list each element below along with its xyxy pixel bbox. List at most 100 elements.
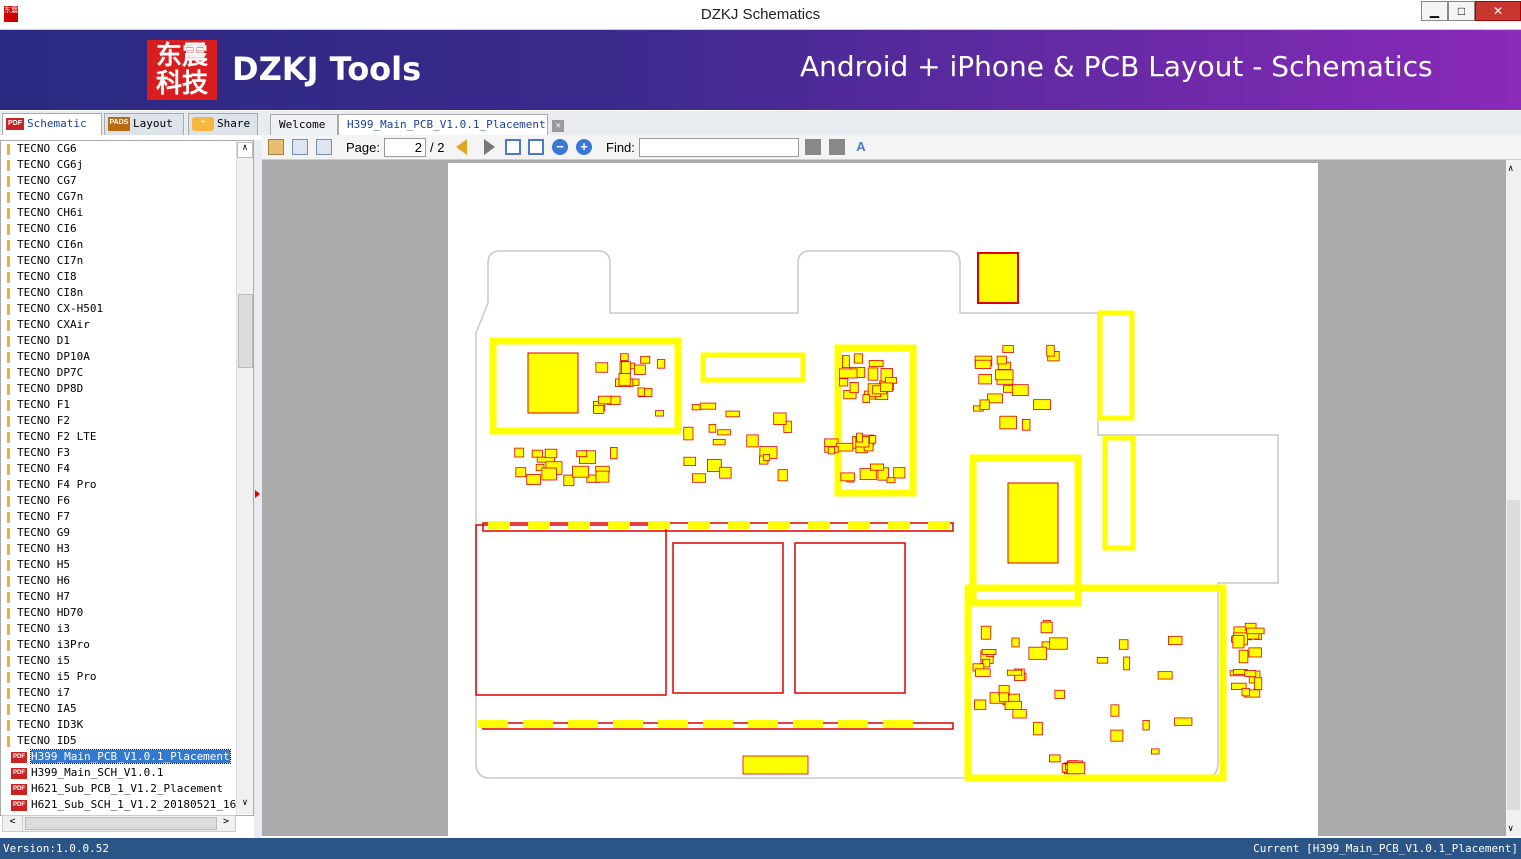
close-button[interactable]: ✕ xyxy=(1475,1,1521,21)
tree-folder[interactable]: TECNO F4 Pro xyxy=(1,477,253,493)
tree-folder[interactable]: TECNO D1 xyxy=(1,333,253,349)
pcb-component xyxy=(762,454,771,462)
folder-label: TECNO F6 xyxy=(17,494,70,507)
tab-document[interactable]: H399_Main_PCB_V1.0.1_Placement ✕ xyxy=(338,114,565,135)
folder-label: TECNO i3Pro xyxy=(17,638,90,651)
fit-width-icon[interactable] xyxy=(505,139,521,155)
minimize-button[interactable]: ▁ xyxy=(1421,1,1448,21)
folder-icon xyxy=(7,367,10,379)
tree-folder[interactable]: TECNO CI6 xyxy=(1,221,253,237)
tree-folder[interactable]: TECNO i3 xyxy=(1,621,253,637)
tree-folder[interactable]: TECNO F7 xyxy=(1,509,253,525)
tree-folder[interactable]: TECNO CG7 xyxy=(1,173,253,189)
close-tab-icon[interactable]: ✕ xyxy=(552,120,565,132)
tree-folder[interactable]: TECNO CI8 xyxy=(1,269,253,285)
find-next-icon[interactable] xyxy=(829,139,845,155)
scroll-thumb[interactable] xyxy=(238,294,253,368)
scroll-down-button[interactable]: ∨ xyxy=(237,798,253,814)
tree-folder[interactable]: TECNO IA5 xyxy=(1,701,253,717)
match-case-icon[interactable]: A xyxy=(853,139,869,155)
tree-folder[interactable]: TECNO F3 xyxy=(1,445,253,461)
page-input[interactable]: 2 xyxy=(384,138,426,157)
previous-page-icon[interactable] xyxy=(456,139,467,155)
tree-folder[interactable]: TECNO HD70 xyxy=(1,605,253,621)
scroll-up-button[interactable]: ∧ xyxy=(1508,164,1513,174)
ic-u5001 xyxy=(527,352,579,414)
scroll-down-button[interactable]: ∨ xyxy=(1508,824,1513,834)
tree-folder[interactable]: TECNO CXAir xyxy=(1,317,253,333)
viewer-vertical-scrollbar[interactable]: ∧ ∨ xyxy=(1506,160,1521,836)
tab-schematic[interactable]: PDF Schematic xyxy=(2,113,102,135)
copy-icon[interactable] xyxy=(268,139,284,155)
pcb-component xyxy=(1167,635,1183,645)
find-input[interactable] xyxy=(639,138,799,157)
tree-folder[interactable]: TECNO CX-H501 xyxy=(1,301,253,317)
tree-file[interactable]: PDF H399_Main_PCB_V1.0.1_Placement xyxy=(1,749,253,765)
tree-folder[interactable]: TECNO i7 xyxy=(1,685,253,701)
tree-folder[interactable]: TECNO CG6j xyxy=(1,157,253,173)
tree-folder[interactable]: TECNO CG6 xyxy=(1,141,253,157)
pcb-component xyxy=(839,378,849,387)
tree-folder[interactable]: TECNO G9 xyxy=(1,525,253,541)
folder-icon xyxy=(7,495,10,507)
scroll-right-button[interactable]: > xyxy=(217,816,235,831)
tree-folder[interactable]: TECNO DP8D xyxy=(1,381,253,397)
scroll-left-button[interactable]: < xyxy=(3,816,23,831)
pdf-viewer[interactable] xyxy=(262,160,1506,836)
tree-folder[interactable]: TECNO CI8n xyxy=(1,285,253,301)
tree-folder[interactable]: TECNO H3 xyxy=(1,541,253,557)
folder-icon xyxy=(7,319,10,331)
scroll-thumb[interactable] xyxy=(25,817,217,830)
tree-folder[interactable]: TECNO CG7n xyxy=(1,189,253,205)
tree-folder[interactable]: TECNO F2 LTE xyxy=(1,429,253,445)
folder-icon xyxy=(7,351,10,363)
tree-folder[interactable]: TECNO F1 xyxy=(1,397,253,413)
tree-folder[interactable]: TECNO F4 xyxy=(1,461,253,477)
tree-file[interactable]: PDF H621_Sub_SCH_1_V1.2_20180521_1640 xyxy=(1,797,253,813)
panel-splitter[interactable] xyxy=(254,140,262,838)
tree-folder[interactable]: TECNO i3Pro xyxy=(1,637,253,653)
tree-folder[interactable]: TECNO F2 xyxy=(1,413,253,429)
zoom-out-icon[interactable]: − xyxy=(552,139,568,155)
tree-folder[interactable]: TECNO H6 xyxy=(1,573,253,589)
tree-folder[interactable]: TECNO i5 Pro xyxy=(1,669,253,685)
scroll-thumb[interactable] xyxy=(1507,500,1520,810)
rotate-left-icon[interactable] xyxy=(292,139,308,155)
pcb-component xyxy=(777,469,788,482)
tree-file[interactable]: PDF H399_Main_SCH_V1.0.1 xyxy=(1,765,253,781)
tree-folder[interactable]: TECNO CH6i xyxy=(1,205,253,221)
tab-layout[interactable]: PADS Layout xyxy=(104,113,184,135)
tree-folder[interactable]: TECNO CI7n xyxy=(1,253,253,269)
file-label: H621_Sub_SCH_1_V1.2_20180521_1640 xyxy=(31,798,250,811)
folder-label: TECNO CI6 xyxy=(17,222,77,235)
pcb-component xyxy=(1021,419,1031,431)
folder-icon xyxy=(7,735,10,747)
tree-folder[interactable]: TECNO i5 xyxy=(1,653,253,669)
maximize-button[interactable]: □ xyxy=(1448,1,1475,21)
tab-label: Schematic xyxy=(27,117,87,130)
tree-folder[interactable]: TECNO ID3K xyxy=(1,717,253,733)
zoom-in-icon[interactable]: + xyxy=(576,139,592,155)
tree-horizontal-scrollbar[interactable]: < > xyxy=(2,815,236,832)
pcb-pad xyxy=(883,720,913,728)
find-previous-icon[interactable] xyxy=(805,139,821,155)
tree-folder[interactable]: TECNO H5 xyxy=(1,557,253,573)
fit-page-icon[interactable] xyxy=(528,139,544,155)
tree-folder[interactable]: TECNO DP7C xyxy=(1,365,253,381)
next-page-icon[interactable] xyxy=(484,139,495,155)
tree-folder[interactable]: TECNO F6 xyxy=(1,493,253,509)
tree-file[interactable]: PDF H621_Sub_PCB_1_V1.2_Placement xyxy=(1,781,253,797)
scroll-up-button[interactable]: ∧ xyxy=(237,142,253,158)
pcb-component xyxy=(1040,621,1053,634)
pcb-pad xyxy=(848,521,870,529)
collapse-arrow-icon[interactable] xyxy=(255,490,260,498)
tab-share[interactable]: + Share xyxy=(188,113,258,135)
tree-folder[interactable]: TECNO CI6n xyxy=(1,237,253,253)
tab-welcome[interactable]: Welcome xyxy=(270,114,338,135)
tree-folder[interactable]: TECNO H7 xyxy=(1,589,253,605)
tree-vertical-scrollbar[interactable]: ∧ ∨ xyxy=(236,142,253,814)
folder-label: TECNO F4 xyxy=(17,462,70,475)
tree-folder[interactable]: TECNO ID5 xyxy=(1,733,253,749)
tree-folder[interactable]: TECNO DP10A xyxy=(1,349,253,365)
rotate-right-icon[interactable] xyxy=(316,139,332,155)
